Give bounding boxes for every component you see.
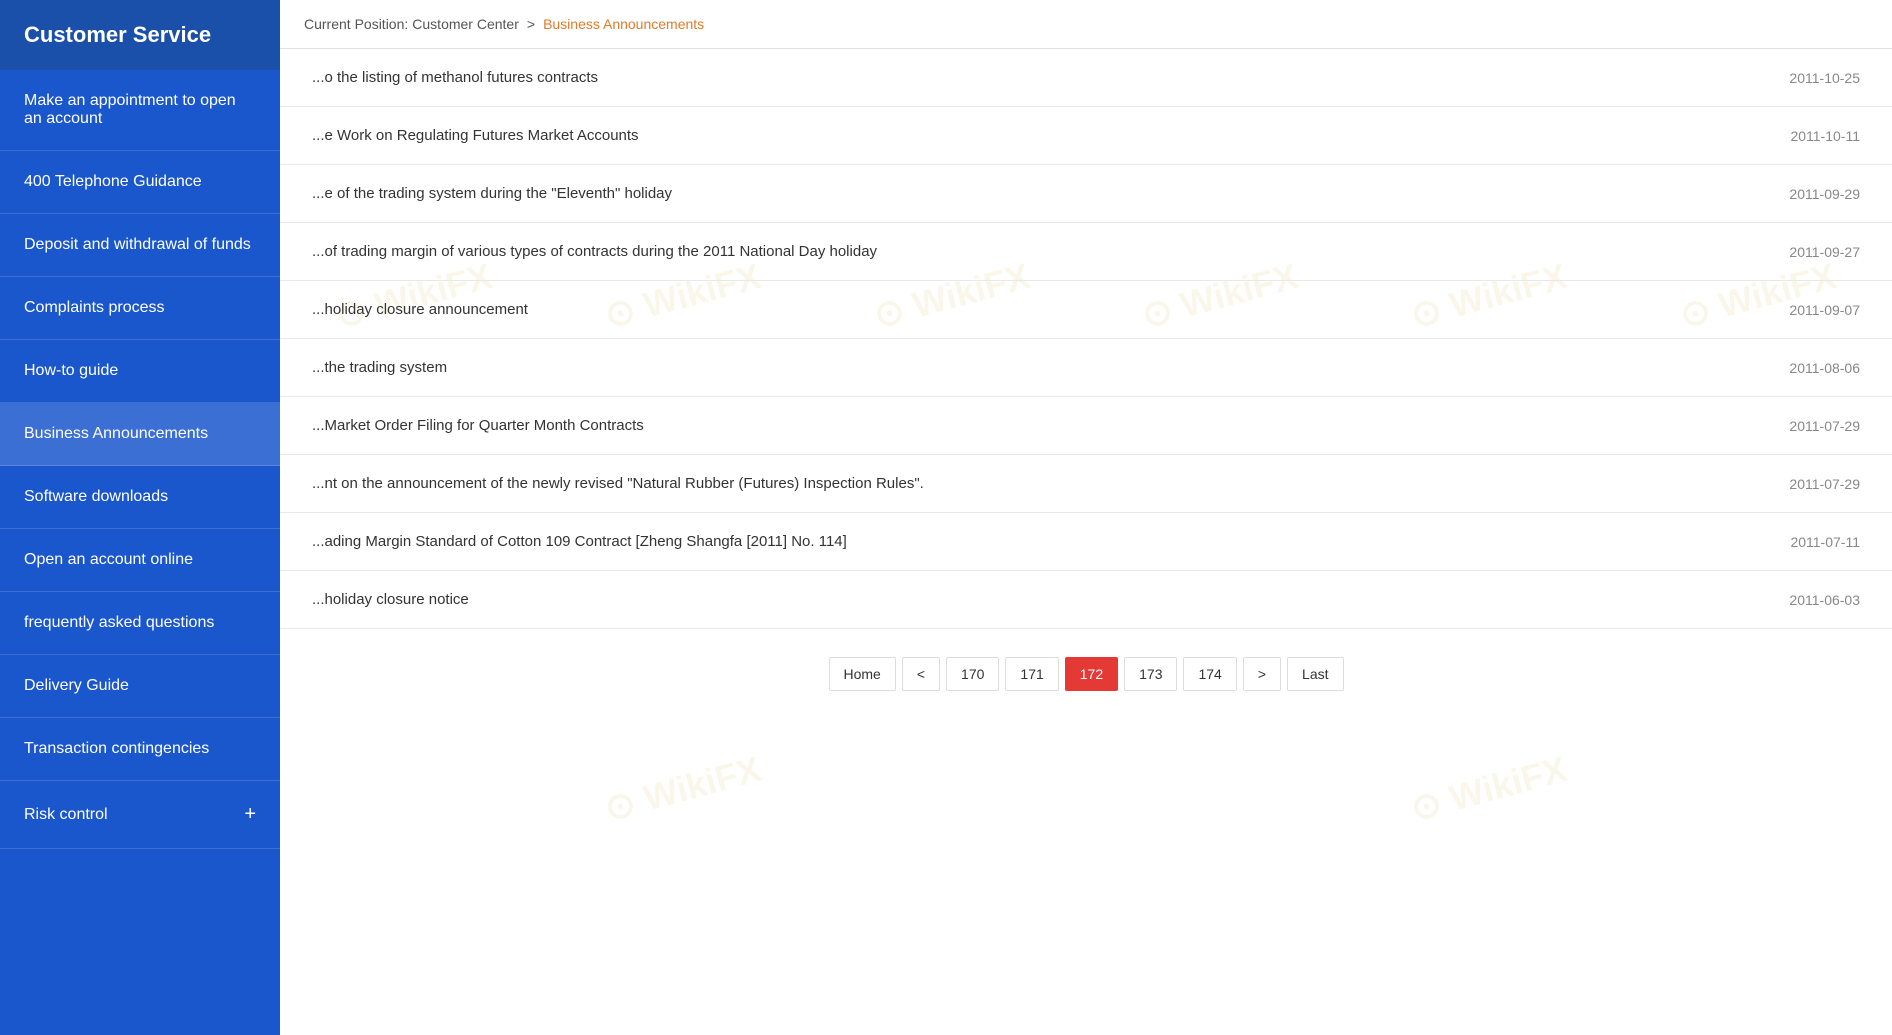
article-row[interactable]: ...Market Order Filing for Quarter Month…: [280, 397, 1892, 455]
article-row[interactable]: ...holiday closure notice 2011-06-03: [280, 571, 1892, 629]
main-content: Current Position: Customer Center > Busi…: [280, 0, 1892, 1035]
pagination: Home < 170 171 172 173 174 > Last: [280, 629, 1892, 719]
article-row[interactable]: ...holiday closure announcement 2011-09-0…: [280, 281, 1892, 339]
breadcrumb-current: Business Announcements: [543, 16, 704, 32]
article-date: 2011-06-03: [1789, 592, 1860, 608]
sidebar-item-transaction-contingencies[interactable]: Transaction contingencies: [0, 718, 280, 781]
article-row[interactable]: ...e Work on Regulating Futures Market A…: [280, 107, 1892, 165]
article-title: ...ading Margin Standard of Cotton 109 C…: [312, 533, 1770, 550]
sidebar-item-label: Delivery Guide: [24, 677, 129, 695]
article-row[interactable]: ...of trading margin of various types of…: [280, 223, 1892, 281]
page-171-button[interactable]: 171: [1005, 657, 1058, 691]
sidebar-item-faq[interactable]: frequently asked questions: [0, 592, 280, 655]
sidebar-item-open-account-online[interactable]: Open an account online: [0, 529, 280, 592]
page-prev-button[interactable]: <: [902, 657, 940, 691]
article-title: ...e of the trading system during the "E…: [312, 185, 1769, 202]
article-title: ...the trading system: [312, 359, 1769, 376]
sidebar-item-how-to-guide[interactable]: How-to guide: [0, 340, 280, 403]
article-row[interactable]: ...e of the trading system during the "E…: [280, 165, 1892, 223]
breadcrumb-prefix: Current Position:: [304, 16, 408, 32]
sidebar-item-label: Deposit and withdrawal of funds: [24, 236, 251, 254]
sidebar-item-label: How-to guide: [24, 362, 118, 380]
article-title: ...holiday closure announcement: [312, 301, 1769, 318]
plus-icon: +: [244, 803, 256, 826]
article-row[interactable]: ...o the listing of methanol futures con…: [280, 49, 1892, 107]
article-date: 2011-07-11: [1790, 534, 1860, 550]
sidebar-item-label: Complaints process: [24, 299, 165, 317]
page-172-button[interactable]: 172: [1065, 657, 1118, 691]
article-title: ...o the listing of methanol futures con…: [312, 69, 1769, 86]
article-date: 2011-10-25: [1789, 70, 1860, 86]
sidebar-item-risk-control[interactable]: Risk control +: [0, 781, 280, 849]
article-row[interactable]: ...ading Margin Standard of Cotton 109 C…: [280, 513, 1892, 571]
page-last-button[interactable]: Last: [1287, 657, 1343, 691]
sidebar: Customer Service Make an appointment to …: [0, 0, 280, 1035]
page-170-button[interactable]: 170: [946, 657, 999, 691]
article-title: ...nt on the announcement of the newly r…: [312, 475, 1769, 492]
breadcrumb-home[interactable]: Customer Center: [412, 16, 519, 32]
article-row[interactable]: ...the trading system 2011-08-06: [280, 339, 1892, 397]
article-date: 2011-09-27: [1789, 244, 1860, 260]
article-title: ...of trading margin of various types of…: [312, 243, 1769, 260]
page-next-button[interactable]: >: [1243, 657, 1281, 691]
content-area: ⊙ WikiFX ⊙ WikiFX ⊙ WikiFX ⊙ WikiFX ⊙ Wi…: [280, 49, 1892, 1035]
breadcrumb: Current Position: Customer Center > Busi…: [280, 0, 1892, 49]
article-date: 2011-07-29: [1789, 418, 1860, 434]
sidebar-item-deposit-withdrawal[interactable]: Deposit and withdrawal of funds: [0, 214, 280, 277]
article-title: ...Market Order Filing for Quarter Month…: [312, 417, 1769, 434]
article-title: ...e Work on Regulating Futures Market A…: [312, 127, 1770, 144]
breadcrumb-separator: >: [527, 16, 535, 32]
sidebar-item-software-downloads[interactable]: Software downloads: [0, 466, 280, 529]
sidebar-item-telephone-guidance[interactable]: 400 Telephone Guidance: [0, 151, 280, 214]
sidebar-item-complaints-process[interactable]: Complaints process: [0, 277, 280, 340]
sidebar-header: Customer Service: [0, 0, 280, 70]
article-date: 2011-10-11: [1790, 128, 1860, 144]
sidebar-item-label: frequently asked questions: [24, 614, 214, 632]
sidebar-item-label: Open an account online: [24, 551, 193, 569]
article-date: 2011-07-29: [1789, 476, 1860, 492]
sidebar-item-business-announcements[interactable]: Business Announcements: [0, 403, 280, 466]
sidebar-item-label: Risk control: [24, 806, 108, 824]
sidebar-title: Customer Service: [24, 22, 211, 48]
article-date: 2011-09-29: [1789, 186, 1860, 202]
sidebar-item-make-appointment[interactable]: Make an appointment to open an account: [0, 70, 280, 151]
sidebar-item-delivery-guide[interactable]: Delivery Guide: [0, 655, 280, 718]
sidebar-item-label: Business Announcements: [24, 425, 208, 443]
sidebar-item-label: Transaction contingencies: [24, 740, 209, 758]
sidebar-item-label: Make an appointment to open an account: [24, 92, 256, 128]
article-date: 2011-08-06: [1789, 360, 1860, 376]
article-row[interactable]: ...nt on the announcement of the newly r…: [280, 455, 1892, 513]
article-list: ...o the listing of methanol futures con…: [280, 49, 1892, 629]
page-home-button[interactable]: Home: [829, 657, 896, 691]
page-174-button[interactable]: 174: [1183, 657, 1236, 691]
article-date: 2011-09-07: [1789, 302, 1860, 318]
page-173-button[interactable]: 173: [1124, 657, 1177, 691]
sidebar-item-label: Software downloads: [24, 488, 168, 506]
sidebar-item-label: 400 Telephone Guidance: [24, 173, 202, 191]
article-title: ...holiday closure notice: [312, 591, 1769, 608]
